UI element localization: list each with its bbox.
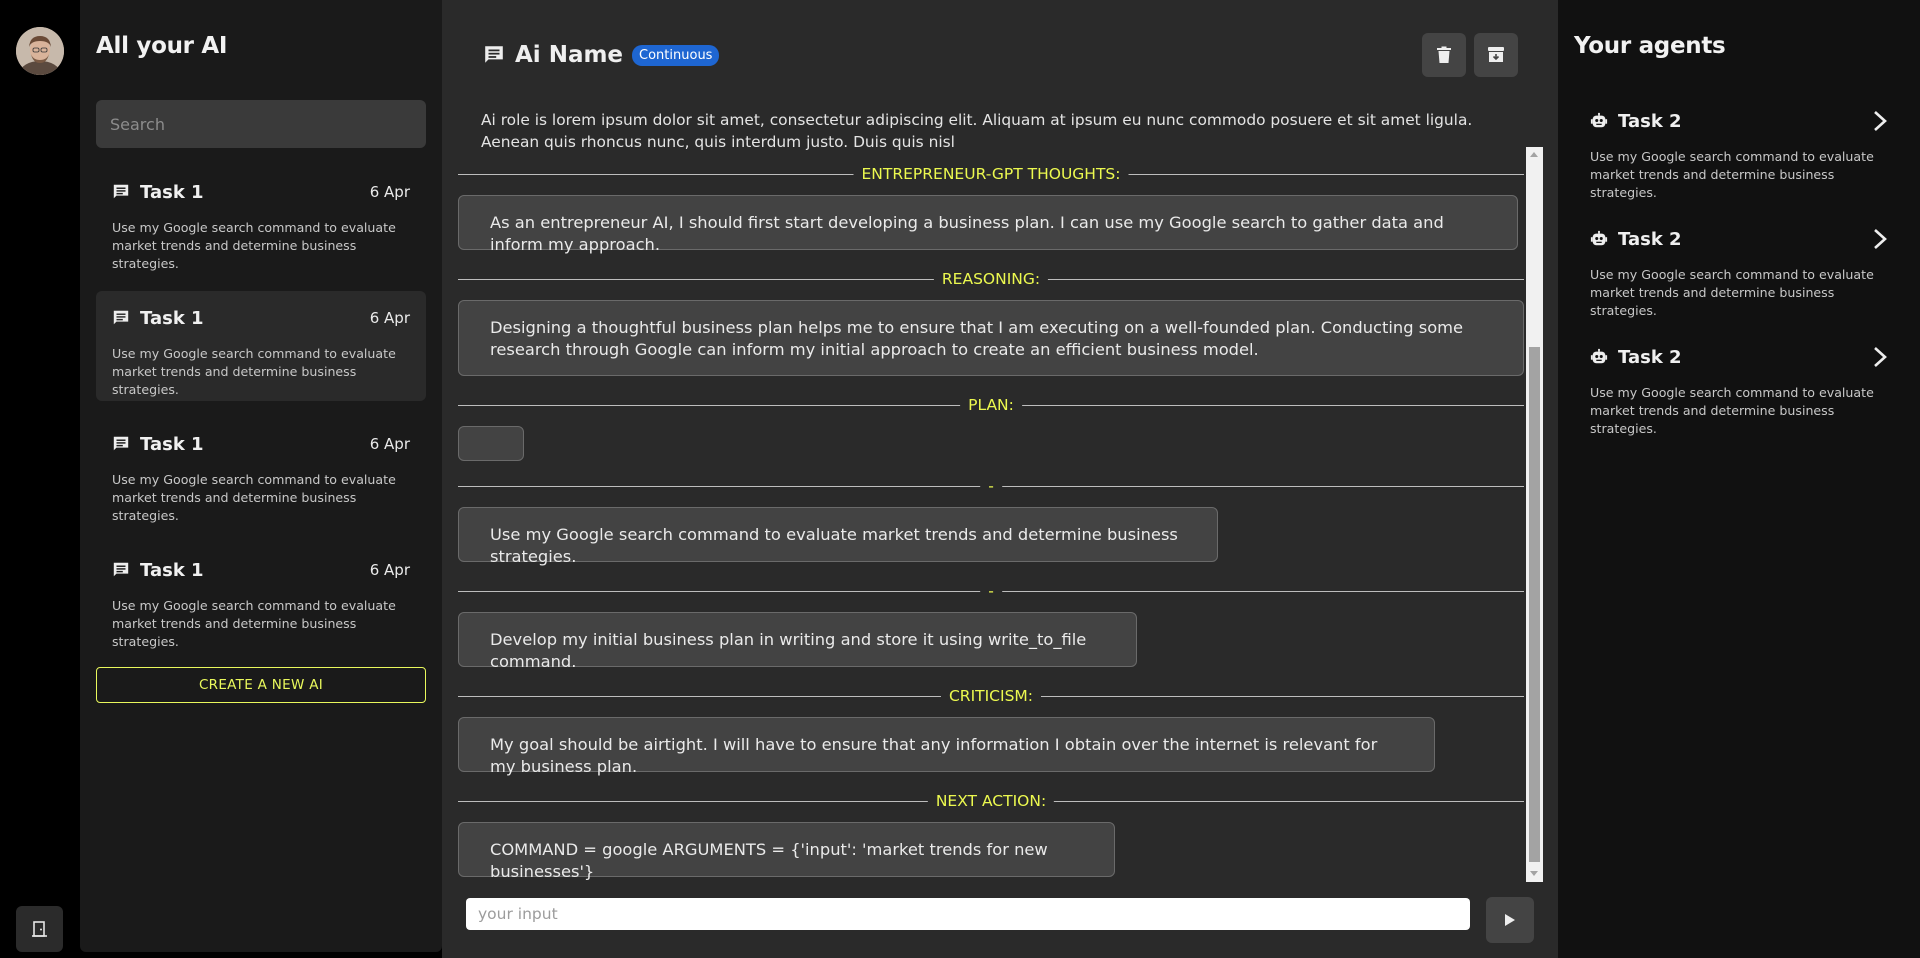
section-label: - <box>980 477 1002 495</box>
app-window: All your AI Task 1 6 Apr Use my Google s… <box>0 0 1920 958</box>
agents-panel: Your agents Task 2 Use my Google search … <box>1558 0 1920 958</box>
section-label: - <box>980 582 1002 600</box>
agent-item[interactable]: Task 2 Use my Google search command to e… <box>1574 336 1904 446</box>
create-new-ai-button[interactable]: CREATE A NEW AI <box>96 667 426 703</box>
agent-description: Use my Google search command to evaluate… <box>1590 385 1874 436</box>
left-rail <box>0 0 80 958</box>
play-icon <box>1505 914 1515 926</box>
agent-item[interactable]: Task 2 Use my Google search command to e… <box>1574 218 1904 328</box>
scroll-up-arrow-icon[interactable] <box>1530 152 1538 157</box>
trash-icon <box>1437 46 1451 63</box>
agent-name: Task 2 <box>1618 346 1682 368</box>
reasoning-section: REASONING: Designing a thoughtful busine… <box>458 265 1524 376</box>
task-date: 6 Apr <box>369 183 410 201</box>
plan-item-message: Develop my initial business plan in writ… <box>458 612 1137 671</box>
task-description: Use my Google search command to evaluate… <box>112 346 396 397</box>
task-date: 6 Apr <box>369 561 410 579</box>
task-list: Task 1 6 Apr Use my Google search comman… <box>96 165 426 669</box>
next-action-section: NEXT ACTION: COMMAND = google ARGUMENTS … <box>458 787 1524 880</box>
task-item[interactable]: Task 1 6 Apr Use my Google search comman… <box>96 165 426 275</box>
chat-icon <box>113 436 129 451</box>
chat-icon <box>113 310 129 325</box>
agent-name: Task 2 <box>1618 228 1682 250</box>
chat-icon <box>113 184 129 199</box>
agent-name: Task 2 <box>1618 110 1682 132</box>
logout-icon <box>31 921 47 937</box>
agents-title: Your agents <box>1574 33 1726 59</box>
reasoning-message: Designing a thoughtful business plan hel… <box>458 300 1524 376</box>
message-input[interactable] <box>466 898 1470 930</box>
search-input[interactable] <box>96 100 426 148</box>
thoughts-message: As an entrepreneur AI, I should first st… <box>458 195 1518 254</box>
scroll-thumb[interactable] <box>1529 347 1540 862</box>
task-description: Use my Google search command to evaluate… <box>112 472 396 523</box>
sidebar-title: All your AI <box>96 33 228 59</box>
plan-item-section: - Use my Google search command to evalua… <box>458 472 1524 566</box>
ai-name: Ai Name <box>515 42 624 68</box>
chevron-right-icon[interactable] <box>1872 228 1888 250</box>
chevron-right-icon[interactable] <box>1872 110 1888 132</box>
agent-description: Use my Google search command to evaluate… <box>1590 149 1874 200</box>
task-name: Task 1 <box>140 307 204 329</box>
task-name: Task 1 <box>140 559 204 581</box>
task-description: Use my Google search command to evaluate… <box>112 220 396 271</box>
archive-button[interactable] <box>1474 33 1518 77</box>
plan-item-message: Use my Google search command to evaluate… <box>458 507 1218 566</box>
section-label: CRITICISM: <box>940 687 1042 705</box>
mode-badge: Continuous <box>632 44 720 66</box>
avatar[interactable] <box>16 27 64 75</box>
chevron-right-icon[interactable] <box>1872 346 1888 368</box>
task-name: Task 1 <box>140 433 204 455</box>
section-label: ENTREPRENEUR-GPT THOUGHTS: <box>853 165 1129 183</box>
archive-icon <box>1488 47 1504 62</box>
plan-message <box>458 426 524 461</box>
plan-item-section: - Develop my initial business plan in wr… <box>458 577 1524 671</box>
chat-icon <box>485 46 503 63</box>
task-name: Task 1 <box>140 181 204 203</box>
delete-button[interactable] <box>1422 33 1466 77</box>
robot-icon <box>1590 112 1608 128</box>
criticism-section: CRITICISM: My goal should be airtight. I… <box>458 682 1524 776</box>
logout-button[interactable] <box>16 906 63 952</box>
criticism-message: My goal should be airtight. I will have … <box>458 717 1435 776</box>
plan-section: PLAN: <box>458 391 1524 465</box>
chat-header: Ai Name Continuous <box>483 40 720 70</box>
robot-icon <box>1590 230 1608 246</box>
message-feed: ENTREPRENEUR-GPT THOUGHTS: As an entrepr… <box>458 150 1524 880</box>
main-panel: Ai Name Continuous Ai role is lorem ipsu… <box>442 0 1558 958</box>
section-label: PLAN: <box>960 396 1022 414</box>
feed-scrollbar[interactable] <box>1526 147 1543 882</box>
agent-description: Use my Google search command to evaluate… <box>1590 267 1874 318</box>
task-date: 6 Apr <box>369 435 410 453</box>
thoughts-section: ENTREPRENEUR-GPT THOUGHTS: As an entrepr… <box>458 160 1524 254</box>
agent-item[interactable]: Task 2 Use my Google search command to e… <box>1574 100 1904 210</box>
task-date: 6 Apr <box>369 309 410 327</box>
task-item[interactable]: Task 1 6 Apr Use my Google search comman… <box>96 543 426 653</box>
send-button[interactable] <box>1486 897 1534 943</box>
sidebar: All your AI Task 1 6 Apr Use my Google s… <box>80 0 442 952</box>
section-label: REASONING: <box>933 270 1049 288</box>
next-action-message: COMMAND = google ARGUMENTS = {'input': '… <box>458 822 1115 880</box>
scroll-down-arrow-icon[interactable] <box>1530 871 1538 876</box>
chat-icon <box>113 562 129 577</box>
ai-role-description: Ai role is lorem ipsum dolor sit amet, c… <box>481 111 1473 151</box>
task-item[interactable]: Task 1 6 Apr Use my Google search comman… <box>96 291 426 401</box>
agent-list: Task 2 Use my Google search command to e… <box>1574 100 1904 454</box>
task-item[interactable]: Task 1 6 Apr Use my Google search comman… <box>96 417 426 527</box>
task-description: Use my Google search command to evaluate… <box>112 598 396 649</box>
robot-icon <box>1590 348 1608 364</box>
section-label: NEXT ACTION: <box>927 792 1055 810</box>
